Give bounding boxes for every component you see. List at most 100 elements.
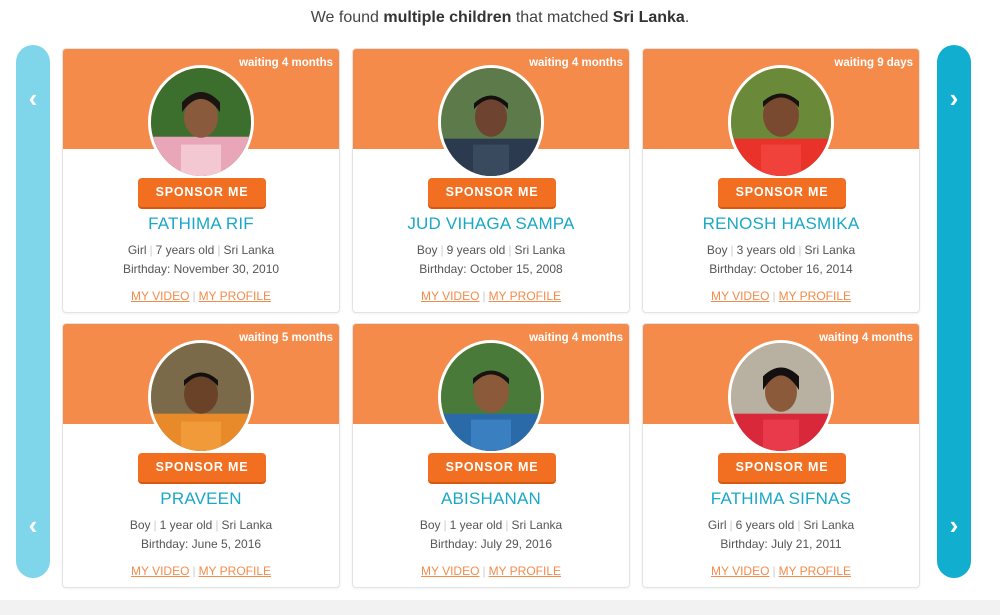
my-profile-link[interactable]: MY PROFILE (489, 289, 561, 303)
gender-label: Girl (707, 518, 727, 532)
chevron-left-icon[interactable]: ‹ (20, 85, 46, 111)
child-card: waiting 4 months SPONSOR ME FATHIMA RIF … (62, 48, 340, 313)
card-links: MY VIDEO | MY PROFILE (353, 564, 629, 578)
child-photo[interactable] (148, 340, 254, 454)
heading-emphasis: multiple children (383, 9, 512, 26)
child-name[interactable]: PRAVEEN (63, 489, 339, 509)
child-card: waiting 4 months SPONSOR ME JUD VIHAGA S… (352, 48, 630, 313)
gender-label: Boy (416, 243, 438, 257)
child-name[interactable]: FATHIMA SIFNAS (643, 489, 919, 509)
birthday-label: Birthday: October 16, 2014 (709, 262, 853, 276)
country-label: Sri Lanka (511, 518, 563, 532)
my-video-link[interactable]: MY VIDEO (131, 564, 189, 578)
child-info: Boy | 1 year old | Sri Lanka (353, 518, 629, 532)
heading-prefix: We found (310, 9, 384, 26)
footer-strip (0, 600, 1000, 615)
child-info: Girl | 6 years old | Sri Lanka (643, 518, 919, 532)
separator: | (729, 518, 733, 532)
separator: | (730, 243, 734, 257)
card-links: MY VIDEO | MY PROFILE (643, 564, 919, 578)
waiting-badge: waiting 4 months (239, 57, 333, 69)
child-card: waiting 4 months SPONSOR ME ABISHANAN Bo… (352, 323, 630, 588)
child-name[interactable]: JUD VIHAGA SAMPA (353, 214, 629, 234)
my-profile-link[interactable]: MY PROFILE (199, 289, 271, 303)
my-video-link[interactable]: MY VIDEO (421, 564, 479, 578)
birthday-label: Birthday: June 5, 2016 (140, 537, 262, 551)
waiting-badge: waiting 9 days (834, 57, 913, 69)
sponsor-me-button[interactable]: SPONSOR ME (718, 178, 846, 207)
child-name[interactable]: RENOSH HASMIKA (643, 214, 919, 234)
child-photo[interactable] (728, 65, 834, 179)
separator: | (797, 518, 801, 532)
gender-label: Boy (419, 518, 441, 532)
child-name[interactable]: FATHIMA RIF (63, 214, 339, 234)
separator: | (153, 518, 157, 532)
separator: | (443, 518, 447, 532)
child-photo[interactable] (438, 65, 544, 179)
separator: | (192, 564, 196, 578)
child-info: Boy | 9 years old | Sri Lanka (353, 243, 629, 257)
card-links: MY VIDEO | MY PROFILE (643, 289, 919, 303)
child-photo[interactable] (728, 340, 834, 454)
separator: | (440, 243, 444, 257)
child-card: waiting 9 days SPONSOR ME RENOSH HASMIKA… (642, 48, 920, 313)
gender-label: Boy (129, 518, 151, 532)
country-label: Sri Lanka (514, 243, 566, 257)
separator: | (215, 518, 219, 532)
age-label: 1 year old (449, 518, 503, 532)
waiting-badge: waiting 4 months (529, 332, 623, 344)
my-video-link[interactable]: MY VIDEO (131, 289, 189, 303)
separator: | (772, 289, 776, 303)
heading-middle: that matched (511, 9, 613, 26)
sponsor-me-button[interactable]: SPONSOR ME (428, 178, 556, 207)
country-label: Sri Lanka (221, 518, 273, 532)
age-label: 6 years old (735, 518, 795, 532)
child-card: waiting 4 months SPONSOR ME FATHIMA SIFN… (642, 323, 920, 588)
separator: | (482, 289, 486, 303)
separator: | (217, 243, 221, 257)
sponsor-me-button[interactable]: SPONSOR ME (138, 178, 266, 207)
age-label: 7 years old (155, 243, 215, 257)
carousel-prev-bar[interactable]: ‹ ‹ (16, 45, 50, 578)
card-links: MY VIDEO | MY PROFILE (353, 289, 629, 303)
heading-suffix: . (684, 9, 690, 26)
child-info: Boy | 1 year old | Sri Lanka (63, 518, 339, 532)
country-label: Sri Lanka (223, 243, 275, 257)
gender-label: Girl (127, 243, 147, 257)
country-label: Sri Lanka (803, 518, 855, 532)
age-label: 3 years old (736, 243, 796, 257)
age-label: 9 years old (446, 243, 506, 257)
country-label: Sri Lanka (804, 243, 856, 257)
chevron-right-icon[interactable]: › (941, 85, 967, 111)
results-heading: We found multiple children that matched … (0, 9, 1000, 27)
separator: | (798, 243, 802, 257)
my-profile-link[interactable]: MY PROFILE (199, 564, 271, 578)
my-video-link[interactable]: MY VIDEO (711, 289, 769, 303)
my-profile-link[interactable]: MY PROFILE (779, 564, 851, 578)
child-photo[interactable] (148, 65, 254, 179)
child-info: Boy | 3 years old | Sri Lanka (643, 243, 919, 257)
my-video-link[interactable]: MY VIDEO (711, 564, 769, 578)
heading-country: Sri Lanka (612, 9, 685, 26)
birthday-label: Birthday: October 15, 2008 (419, 262, 563, 276)
birthday-label: Birthday: November 30, 2010 (122, 262, 280, 276)
waiting-badge: waiting 4 months (529, 57, 623, 69)
separator: | (505, 518, 509, 532)
carousel-next-bar[interactable]: › › (937, 45, 971, 578)
waiting-badge: waiting 4 months (819, 332, 913, 344)
chevron-left-icon[interactable]: ‹ (20, 512, 46, 538)
sponsor-me-button[interactable]: SPONSOR ME (138, 453, 266, 482)
separator: | (482, 564, 486, 578)
child-card: waiting 5 months SPONSOR ME PRAVEEN Boy |… (62, 323, 340, 588)
my-profile-link[interactable]: MY PROFILE (489, 564, 561, 578)
separator: | (149, 243, 153, 257)
waiting-badge: waiting 5 months (239, 332, 333, 344)
sponsor-me-button[interactable]: SPONSOR ME (428, 453, 556, 482)
my-profile-link[interactable]: MY PROFILE (779, 289, 851, 303)
chevron-right-icon[interactable]: › (941, 512, 967, 538)
my-video-link[interactable]: MY VIDEO (421, 289, 479, 303)
card-links: MY VIDEO | MY PROFILE (63, 564, 339, 578)
child-name[interactable]: ABISHANAN (353, 489, 629, 509)
sponsor-me-button[interactable]: SPONSOR ME (718, 453, 846, 482)
child-photo[interactable] (438, 340, 544, 454)
